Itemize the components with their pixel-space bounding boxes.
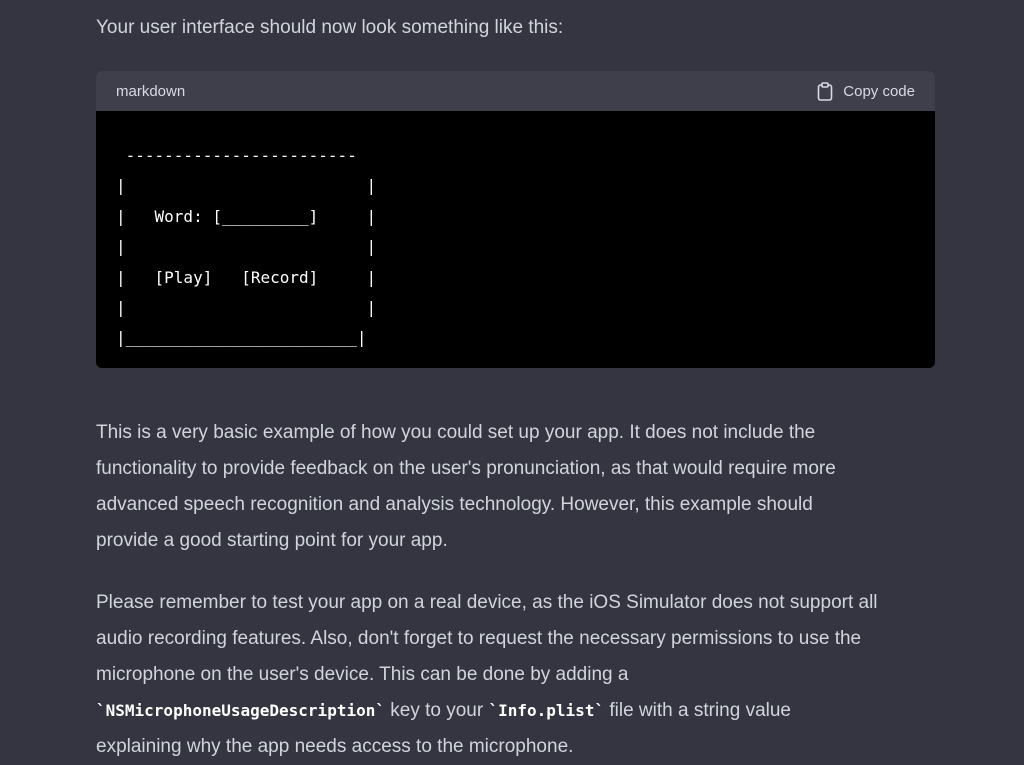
paragraph-line: microphone on the user's device. This ca… [96, 664, 629, 685]
copy-code-label: Copy code [843, 82, 915, 100]
code-language-label: markdown [116, 82, 186, 100]
paragraph-line: explaining why the app needs access to t… [96, 736, 574, 757]
code-body: ------------------------ | | | Word: [__… [96, 111, 935, 368]
explanation-paragraph: This is a very basic example of how you … [96, 415, 935, 559]
clipboard-icon [817, 81, 833, 101]
paragraph-line: provide a good starting point for your a… [96, 530, 448, 551]
code-block: markdown Copy code ---------------------… [96, 71, 935, 368]
paragraph-line: audio recording features. Also, don't fo… [96, 628, 862, 649]
inline-code-usage-description: `NSMicrophoneUsageDescription` [96, 701, 385, 720]
reminder-paragraph: Please remember to test your app on a re… [96, 585, 935, 765]
paragraph-line: Please remember to test your app on a re… [96, 592, 878, 613]
paragraph-line: advanced speech recognition and analysis… [96, 494, 813, 515]
paragraph-line: `NSMicrophoneUsageDescription` key to yo… [96, 693, 935, 729]
paragraph-line: functionality to provide feedback on the… [96, 458, 836, 479]
paragraph-text: key to your [384, 700, 489, 721]
inline-code-info-plist: `Info.plist` [488, 701, 605, 720]
intro-text: Your user interface should now look some… [96, 17, 564, 38]
copy-code-button[interactable]: Copy code [817, 81, 915, 101]
code-block-header: markdown Copy code [96, 71, 935, 111]
paragraph-line: This is a very basic example of how you … [96, 422, 816, 443]
code-content: ------------------------ | | | Word: [__… [116, 146, 377, 348]
paragraph-text: file with a string value [604, 700, 791, 721]
